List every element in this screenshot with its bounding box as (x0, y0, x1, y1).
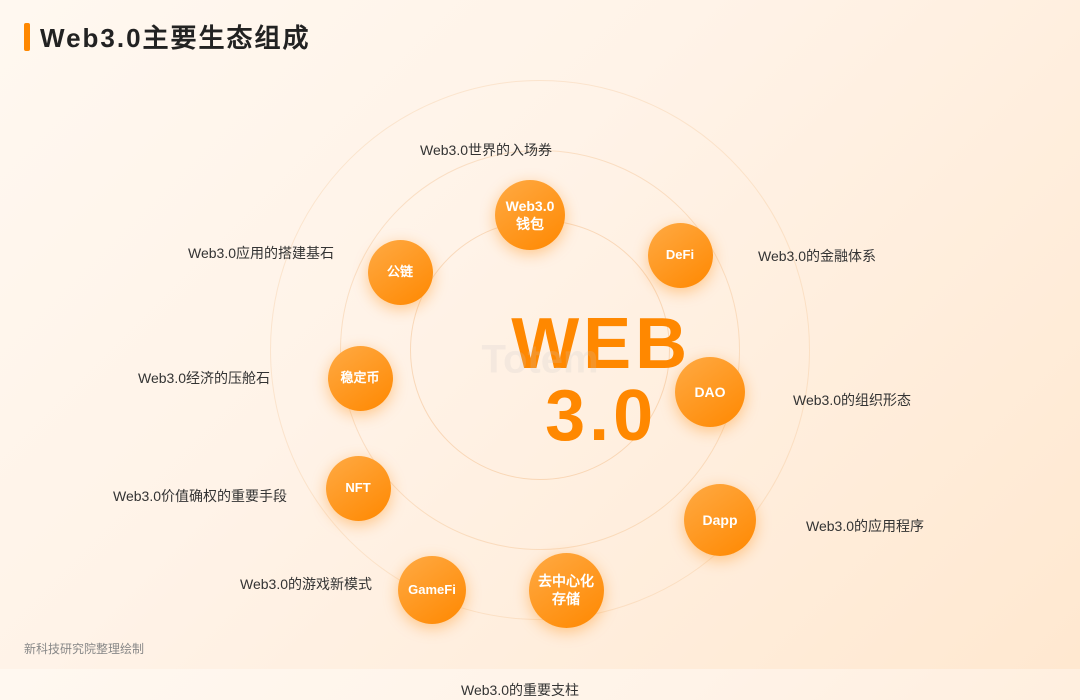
node-desc-wallet: Web3.0世界的入场券 (420, 140, 552, 160)
node-defi[interactable]: DeFi (648, 223, 713, 288)
node-desc-stablecoin: Web3.0经济的压舱石 (138, 368, 270, 388)
node-desc-storage: Web3.0的重要支柱 (461, 680, 579, 700)
header-accent-bar (24, 23, 30, 51)
node-dapp[interactable]: Dapp (684, 484, 756, 556)
node-gongchain[interactable]: 公链 (368, 240, 433, 305)
node-desc-gamefi: Web3.0的游戏新模式 (240, 574, 372, 594)
node-wallet[interactable]: Web3.0钱包 (495, 180, 565, 250)
node-desc-dapp: Web3.0的应用程序 (806, 516, 924, 536)
diagram-area: WEB 3.0 Totem Web3.0钱包Web3.0世界的入场券DeFiWe… (0, 60, 1080, 660)
node-storage[interactable]: 去中心化存储 (529, 553, 604, 628)
node-desc-nft: Web3.0价值确权的重要手段 (113, 486, 287, 506)
footer-note: 新科技研究院整理绘制 (24, 640, 144, 657)
node-gamefi[interactable]: GameFi (398, 556, 466, 624)
node-dao[interactable]: DAO (675, 357, 745, 427)
page-title: Web3.0主要生态组成 (40, 18, 311, 55)
header: Web3.0主要生态组成 (0, 0, 1080, 55)
node-stablecoin[interactable]: 稳定币 (328, 346, 393, 411)
node-nft[interactable]: NFT (326, 456, 391, 521)
node-desc-defi: Web3.0的金融体系 (758, 246, 876, 266)
node-desc-gongchain: Web3.0应用的搭建基石 (188, 243, 334, 263)
node-desc-dao: Web3.0的组织形态 (793, 390, 911, 410)
